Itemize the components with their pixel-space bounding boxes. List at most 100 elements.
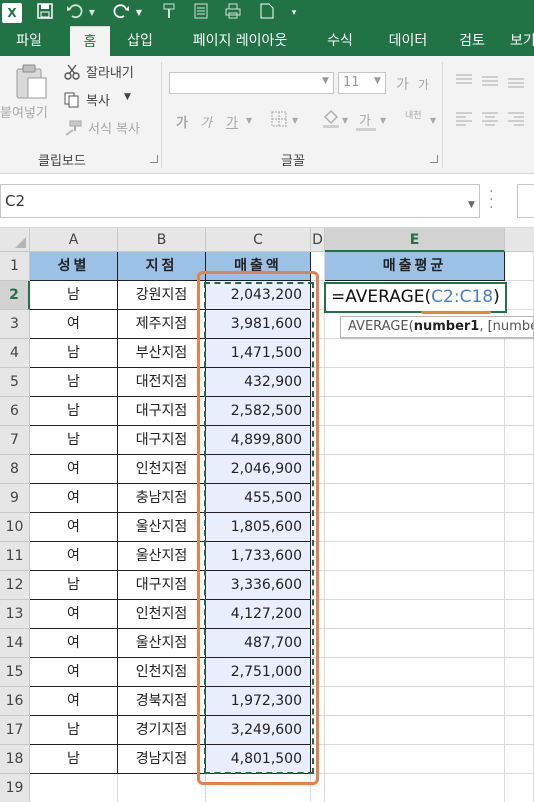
cell-a6[interactable]: 남 — [30, 397, 118, 426]
cell-b5[interactable]: 대전지점 — [118, 368, 206, 397]
border-icon[interactable] — [270, 110, 288, 128]
cell-e1[interactable]: 매출평균 — [325, 252, 505, 281]
align-middle-icon[interactable] — [482, 74, 498, 88]
border-dropdown-icon[interactable]: ▼ — [292, 116, 298, 125]
italic-button[interactable]: 가 — [200, 112, 212, 131]
phonetic-dropdown-icon[interactable]: ▼ — [430, 116, 436, 125]
cell-a1[interactable]: 성별 — [30, 252, 118, 281]
cell-a17[interactable]: 남 — [30, 716, 118, 745]
column-header-e[interactable]: E — [325, 228, 505, 252]
font-launcher-icon[interactable] — [430, 155, 438, 163]
cell-a14[interactable]: 여 — [30, 629, 118, 658]
row-header-13[interactable]: 13 — [0, 600, 30, 629]
tab-data[interactable]: 데이터 — [380, 26, 436, 56]
name-box[interactable]: C2 — [0, 184, 480, 218]
row-header-6[interactable]: 6 — [0, 397, 30, 426]
align-left-icon[interactable] — [456, 112, 472, 126]
row-header-12[interactable]: 12 — [0, 571, 30, 600]
row-header-5[interactable]: 5 — [0, 368, 30, 397]
row-header-16[interactable]: 16 — [0, 687, 30, 716]
cell-e12[interactable] — [325, 571, 505, 600]
row-header-15[interactable]: 15 — [0, 658, 30, 687]
cell-f4[interactable] — [505, 339, 534, 368]
cell-b14[interactable]: 울산지점 — [118, 629, 206, 658]
formula-bar-resize-handle[interactable]: · · · — [489, 185, 495, 215]
phonetic-button[interactable]: 내천 — [405, 108, 422, 121]
tab-home[interactable]: 홈 — [70, 26, 110, 56]
font-name-dropdown-icon[interactable]: ▼ — [322, 76, 329, 86]
row-header-8[interactable]: 8 — [0, 455, 30, 484]
fill-color-dropdown-icon[interactable]: ▼ — [342, 116, 348, 125]
cell-a16[interactable]: 여 — [30, 687, 118, 716]
row-header-7[interactable]: 7 — [0, 426, 30, 455]
row-header-11[interactable]: 11 — [0, 542, 30, 571]
cell-f16[interactable] — [505, 687, 534, 716]
tab-insert[interactable]: 삽입 — [118, 26, 162, 56]
new-doc-icon[interactable] — [258, 3, 276, 23]
align-bottom-icon[interactable] — [508, 74, 524, 88]
font-color-button[interactable]: 가 — [359, 110, 371, 129]
row-header-14[interactable]: 14 — [0, 629, 30, 658]
cell-b17[interactable]: 경기지점 — [118, 716, 206, 745]
tab-view[interactable]: 보기 — [510, 26, 534, 56]
cell-b18[interactable]: 경남지점 — [118, 745, 206, 774]
cell-e6[interactable] — [325, 397, 505, 426]
row-header-10[interactable]: 10 — [0, 513, 30, 542]
cell-e5[interactable] — [325, 368, 505, 397]
cell-f17[interactable] — [505, 716, 534, 745]
row-header-19[interactable]: 19 — [0, 774, 30, 802]
cell-b19[interactable] — [118, 774, 206, 802]
formula-input[interactable] — [517, 184, 534, 218]
cell-e14[interactable] — [325, 629, 505, 658]
cell-e4[interactable] — [325, 339, 505, 368]
cell-f12[interactable] — [505, 571, 534, 600]
row-header-9[interactable]: 9 — [0, 484, 30, 513]
align-top-icon[interactable] — [456, 74, 472, 88]
shrink-font-button[interactable]: 가 — [418, 76, 429, 93]
font-color-dropdown-icon[interactable]: ▼ — [380, 116, 386, 125]
cell-b10[interactable]: 울산지점 — [118, 513, 206, 542]
cell-f19[interactable] — [505, 774, 534, 802]
tab-formulas[interactable]: 수식 — [318, 26, 362, 56]
copy-button[interactable]: 복사 — [86, 90, 110, 109]
cell-f5[interactable] — [505, 368, 534, 397]
clipboard-launcher-icon[interactable] — [150, 155, 158, 163]
underline-dropdown-icon[interactable]: ▼ — [246, 116, 252, 125]
cell-b9[interactable]: 충남지점 — [118, 484, 206, 513]
cell-b2[interactable]: 강원지점 — [118, 281, 206, 310]
cell-f6[interactable] — [505, 397, 534, 426]
cell-e11[interactable] — [325, 542, 505, 571]
preview-icon[interactable] — [192, 3, 210, 23]
cell-f10[interactable] — [505, 513, 534, 542]
cell-b15[interactable]: 인천지점 — [118, 658, 206, 687]
cell-e7[interactable] — [325, 426, 505, 455]
copy-dropdown-icon[interactable]: ▼ — [124, 92, 131, 102]
cell-a18[interactable]: 남 — [30, 745, 118, 774]
cell-a2[interactable]: 남 — [30, 281, 118, 310]
format-painter-button[interactable]: 서식 복사 — [88, 118, 140, 137]
grow-font-button[interactable]: 가 — [396, 74, 409, 94]
active-cell-e2[interactable]: =AVERAGE(C2:C18) — [324, 282, 507, 313]
cell-a4[interactable]: 남 — [30, 339, 118, 368]
cell-a19[interactable] — [30, 774, 118, 802]
cell-a11[interactable]: 여 — [30, 542, 118, 571]
cell-a9[interactable]: 여 — [30, 484, 118, 513]
cell-e18[interactable] — [325, 745, 505, 774]
cell-f13[interactable] — [505, 600, 534, 629]
customize-qat-icon[interactable]: ▾ — [290, 3, 298, 23]
redo-dropdown-icon[interactable]: ▼ — [135, 3, 143, 23]
row-header-2[interactable]: 2 — [0, 281, 30, 310]
cell-b13[interactable]: 인천지점 — [118, 600, 206, 629]
row-header-18[interactable]: 18 — [0, 745, 30, 774]
tab-file[interactable]: 파일 — [0, 26, 58, 56]
cell-f7[interactable] — [505, 426, 534, 455]
select-all-corner[interactable] — [0, 228, 30, 252]
cell-a15[interactable]: 여 — [30, 658, 118, 687]
cell-f2[interactable] — [505, 281, 534, 310]
font-size-dropdown-icon[interactable]: ▼ — [374, 76, 381, 86]
print-icon[interactable] — [224, 3, 242, 23]
tab-review[interactable]: 검토 — [450, 26, 494, 56]
cell-f11[interactable] — [505, 542, 534, 571]
cell-e16[interactable] — [325, 687, 505, 716]
cell-f8[interactable] — [505, 455, 534, 484]
